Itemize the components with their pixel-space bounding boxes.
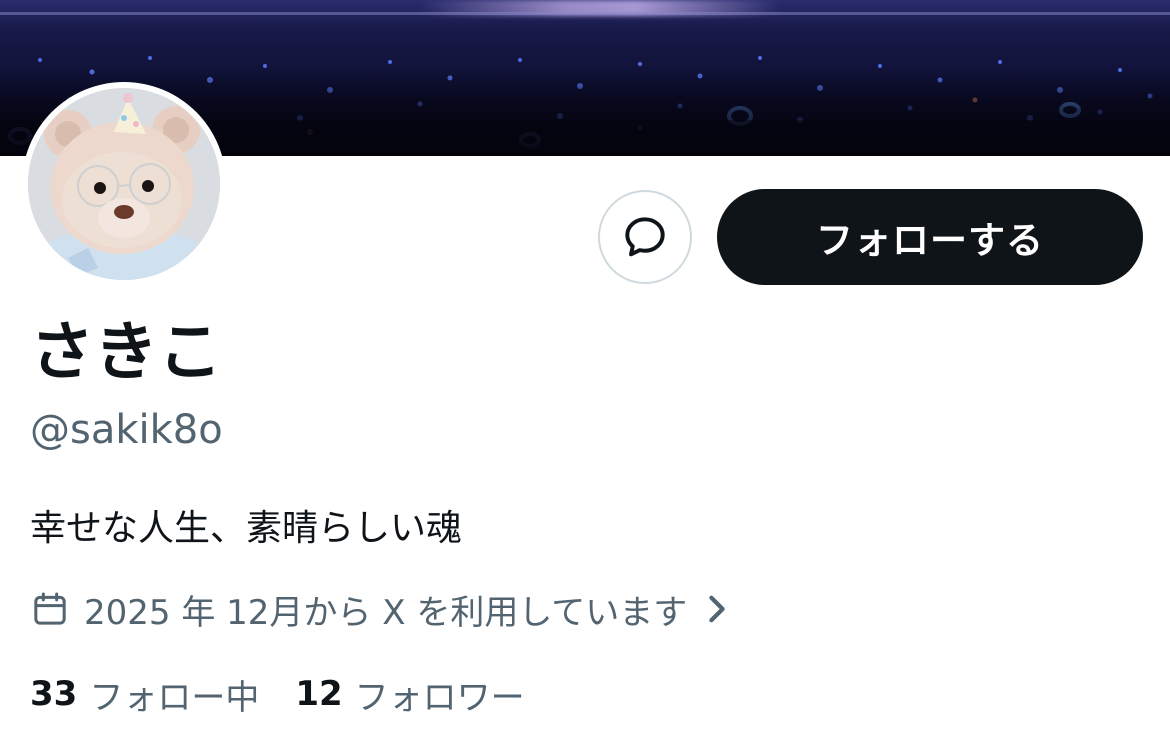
followers-link[interactable]: 12 フォロワー <box>295 670 524 719</box>
calendar-icon <box>30 589 70 629</box>
follow-stats: 33 フォロー中 12 フォロワー <box>30 669 561 719</box>
joined-date-text: 2025 年 12月から X を利用しています <box>84 592 688 633</box>
following-label: フォロー中 <box>89 677 260 718</box>
joined-date-row[interactable]: 2025 年 12月から X を利用しています <box>30 584 729 634</box>
user-handle: @sakik8o <box>30 407 223 453</box>
profile-page: フォローする さきこ @sakik8o 幸せな人生、素晴らしい魂 2025 年 … <box>0 0 1170 729</box>
chevron-right-icon <box>705 594 729 624</box>
following-link[interactable]: 33 フォロー中 <box>30 670 259 719</box>
followers-label: フォロワー <box>354 677 525 718</box>
follow-button-label: フォローする <box>816 219 1044 262</box>
display-name: さきこ <box>30 316 222 390</box>
following-count: 33 <box>30 674 78 714</box>
avatar-image <box>28 88 220 280</box>
message-bubble-icon <box>625 217 665 257</box>
follow-button[interactable]: フォローする <box>717 189 1143 285</box>
message-button[interactable] <box>598 190 692 284</box>
profile-bio: 幸せな人生、素晴らしい魂 <box>30 508 463 549</box>
teddy-bear-avatar-illustration <box>28 88 220 280</box>
profile-avatar[interactable] <box>22 82 226 286</box>
followers-count: 12 <box>295 674 343 714</box>
